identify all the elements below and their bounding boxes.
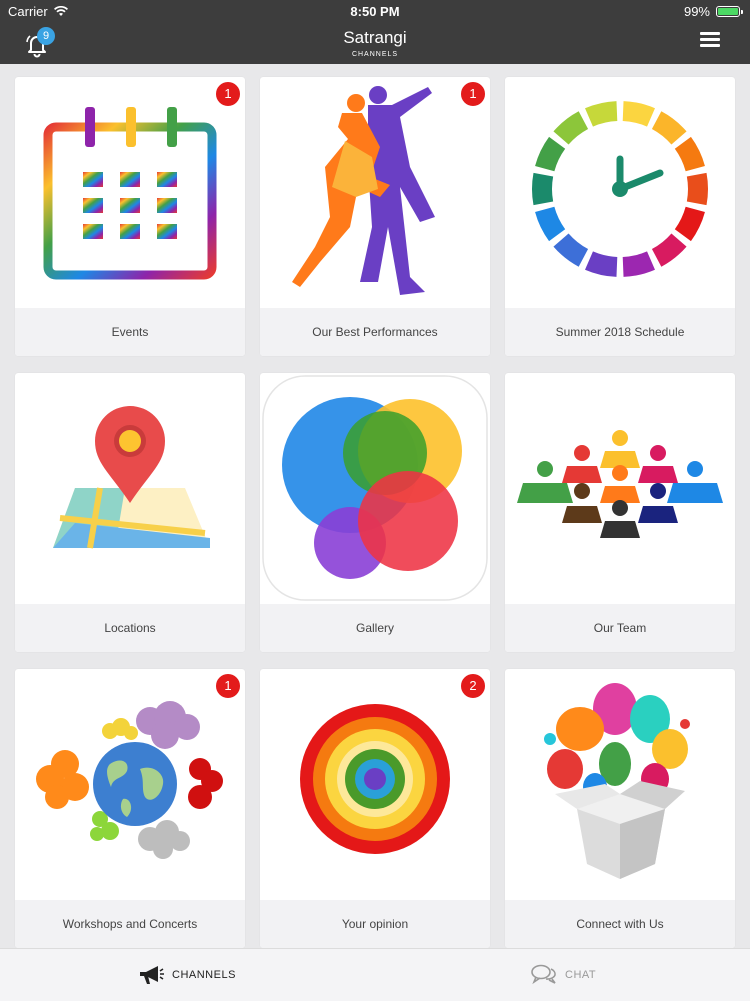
- app-subtitle: CHANNELS: [351, 51, 399, 58]
- clock-segment: [585, 251, 618, 277]
- clock-segment: [532, 172, 554, 206]
- nav-bar: 9 Satrangi CHANNELS: [0, 22, 750, 64]
- tile-label: Our Team: [505, 604, 735, 652]
- hamburger-menu-icon[interactable]: [700, 32, 720, 48]
- app-title: Satrangi: [343, 28, 407, 47]
- tile-label: Events: [15, 308, 245, 356]
- clock-segment: [585, 101, 618, 127]
- tile-label: Our Best Performances: [260, 308, 490, 356]
- tab-channels-label: CHANNELS: [172, 969, 236, 981]
- clock-segment: [535, 206, 566, 242]
- tab-channels[interactable]: CHANNELS: [138, 949, 236, 1001]
- tile-connect-with-us[interactable]: Connect with Us: [505, 669, 735, 948]
- tile-badge: 1: [215, 673, 241, 699]
- battery-icon: [716, 6, 743, 17]
- tile-badge: 2: [460, 673, 486, 699]
- tile-your-opinion[interactable]: 2 Your opinion: [260, 669, 490, 948]
- team-people-icon: [517, 430, 723, 538]
- megaphone-icon: [140, 966, 164, 984]
- tile-label: Workshops and Concerts: [15, 900, 245, 948]
- tile-label: Connect with Us: [505, 900, 735, 948]
- clock-segment: [674, 136, 705, 172]
- clock-segment: [535, 136, 566, 172]
- tile-summer-schedule[interactable]: Summer 2018 Schedule: [505, 77, 735, 356]
- tab-bar: CHANNELS CHAT: [0, 948, 750, 1001]
- tab-chat-label: CHAT: [565, 969, 597, 981]
- tile-our-team[interactable]: Our Team: [505, 373, 735, 652]
- clock-segment: [622, 251, 655, 277]
- battery-percent: 99%: [683, 4, 710, 19]
- gift-box-balloons-icon: [544, 683, 690, 879]
- tile-label: Gallery: [260, 604, 490, 652]
- dancers-icon: [292, 86, 435, 295]
- chat-bubbles-icon: [531, 964, 556, 985]
- globe-clouds-icon: [36, 701, 223, 859]
- tile-gallery[interactable]: Gallery: [260, 373, 490, 652]
- tile-label: Summer 2018 Schedule: [505, 308, 735, 356]
- status-bar: Carrier 8:50 PM 99%: [0, 0, 750, 22]
- gallery-circles-icon: [262, 375, 488, 601]
- tile-badge: 1: [215, 81, 241, 107]
- status-time: 8:50 PM: [350, 4, 400, 19]
- tile-locations[interactable]: Locations: [15, 373, 245, 652]
- channel-grid: 1 Events 1 Our Best Performances Summer …: [15, 77, 735, 948]
- clock-icon: [532, 101, 708, 277]
- clock-segment: [622, 101, 655, 127]
- concentric-rings-icon: [300, 704, 450, 854]
- calendar-icon: [43, 107, 217, 280]
- tile-events[interactable]: 1 Events: [15, 77, 245, 356]
- clock-segment: [686, 172, 708, 206]
- tile-label: Your opinion: [260, 900, 490, 948]
- tab-chat[interactable]: CHAT: [531, 949, 596, 1001]
- clock-segment: [674, 206, 705, 242]
- tile-badge: 1: [460, 81, 486, 107]
- map-pin-icon: [53, 406, 210, 549]
- tile-best-performances[interactable]: 1 Our Best Performances: [260, 77, 490, 356]
- tile-label: Locations: [15, 604, 245, 652]
- tile-workshops-concerts[interactable]: 1 Workshops and Concerts: [15, 669, 245, 948]
